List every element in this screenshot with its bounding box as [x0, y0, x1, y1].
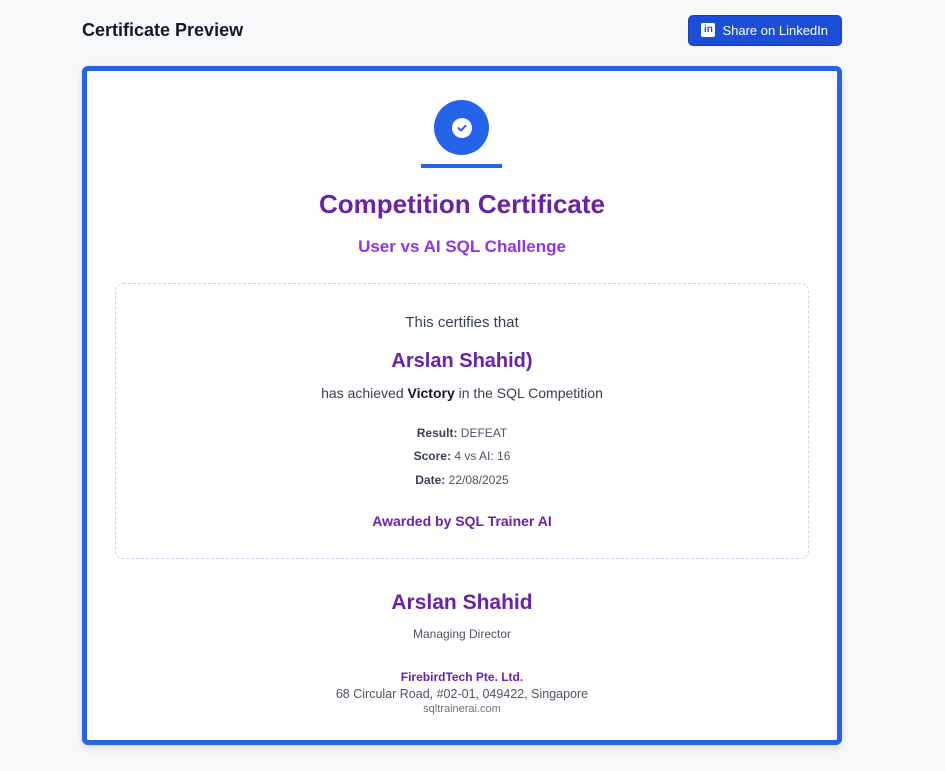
certifies-text: This certifies that	[405, 314, 519, 331]
achievement-text: has achieved Victory in the SQL Competit…	[321, 385, 603, 401]
certificate-body: This certifies that Arslan Shahid) has a…	[115, 283, 809, 559]
share-linkedin-label: Share on LinkedIn	[722, 22, 828, 38]
page-header: Certificate Preview in Share on LinkedIn	[82, 14, 842, 46]
certificate-card: Competition Certificate User vs AI SQL C…	[82, 66, 842, 745]
share-linkedin-button[interactable]: in Share on LinkedIn	[688, 14, 842, 46]
check-circle-icon	[434, 100, 489, 155]
company-name: FirebirdTech Pte. Ltd.	[400, 670, 524, 684]
recipient-name: Arslan Shahid)	[391, 350, 533, 372]
date-line: Date: 22/08/2025	[415, 473, 509, 487]
result-line: Result: DEFEAT	[416, 426, 508, 440]
linkedin-icon: in	[701, 23, 716, 37]
signer-title: Managing Director	[412, 627, 512, 641]
company-address: 68 Circular Road, #02-01, 049422, Singap…	[335, 687, 589, 701]
title-divider	[421, 164, 502, 168]
awarded-by: Awarded by SQL Trainer AI	[372, 513, 552, 529]
achievement-result: Victory	[407, 385, 455, 401]
score-line: Score: 4 vs AI: 16	[413, 449, 511, 463]
certificate-subtitle: User vs AI SQL Challenge	[358, 237, 566, 256]
signer-name: Arslan Shahid	[391, 591, 533, 614]
page-title: Certificate Preview	[82, 19, 244, 40]
certificate-title: Competition Certificate	[318, 189, 606, 219]
company-website: sqltrainerai.com	[423, 703, 501, 715]
